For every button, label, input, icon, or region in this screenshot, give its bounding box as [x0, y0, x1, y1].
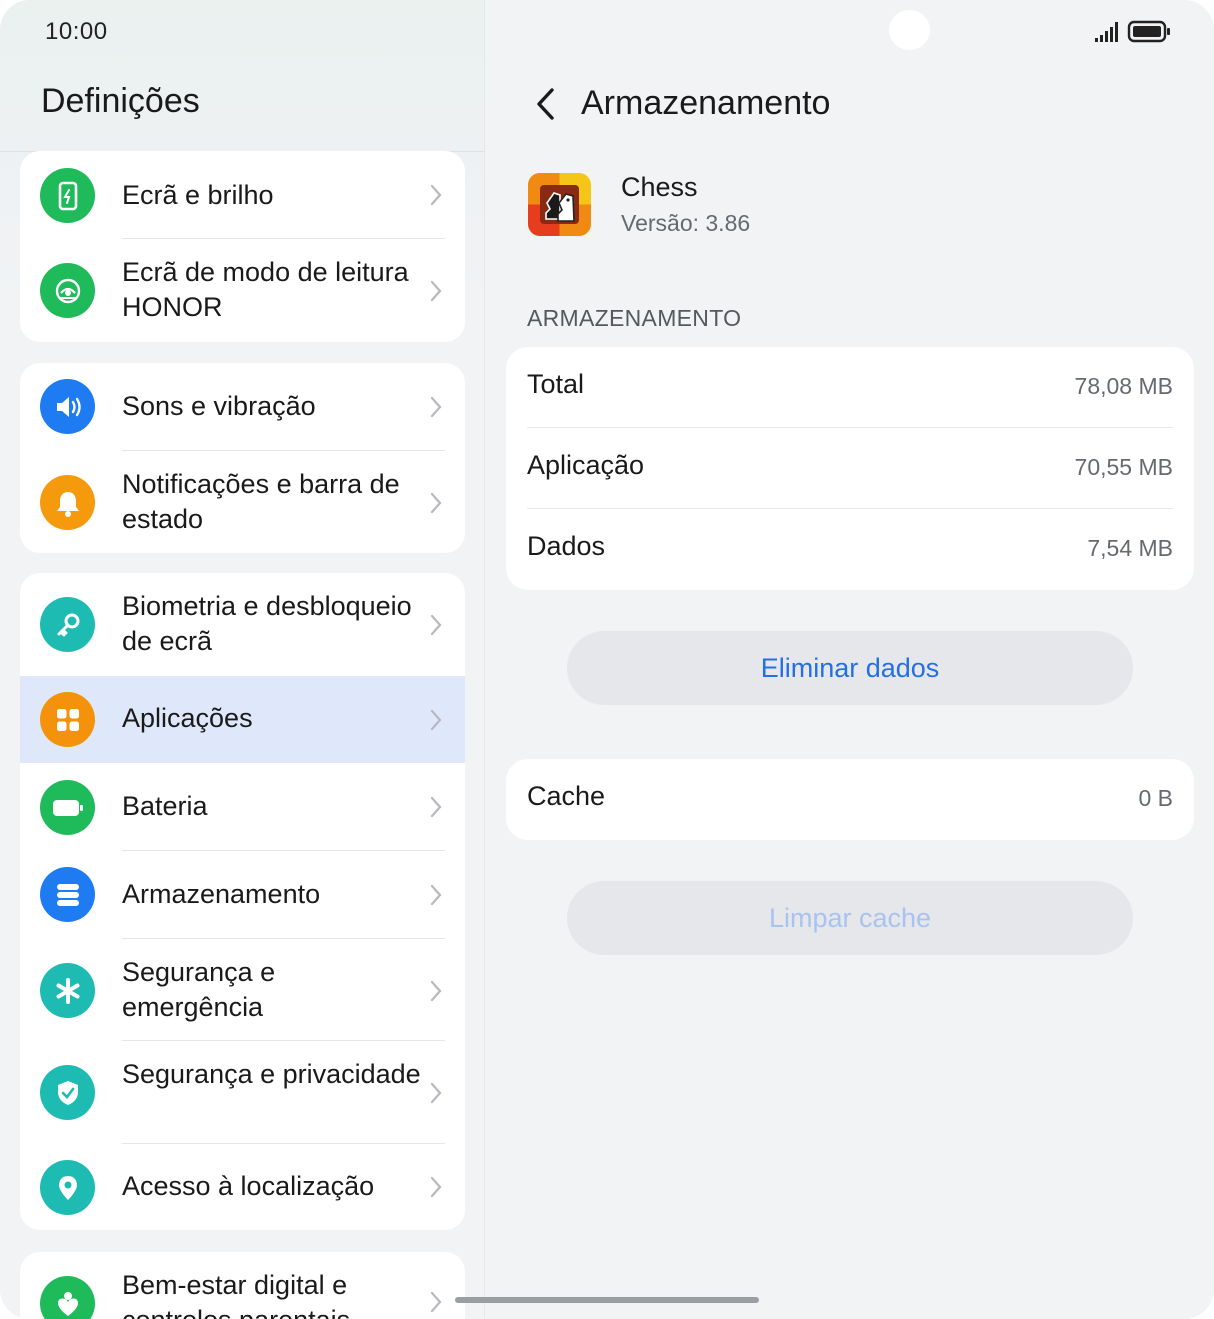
camera-cutout	[889, 10, 930, 50]
battery-setting-icon	[40, 780, 95, 835]
sidebar-item-label: Ecrã de modo de leitura HONOR	[122, 257, 409, 322]
sidebar-item-label: Sons e vibração	[122, 391, 316, 421]
cache-row: Cache 0 B	[506, 759, 1194, 840]
sidebar-item-label: Biometria e desbloqueio de ecrã	[122, 591, 412, 656]
chevron-right-icon	[430, 280, 442, 302]
storage-row-data: Dados 7,54 MB	[506, 509, 1194, 590]
storage-card: Total 78,08 MB Aplicação 70,55 MB Dados …	[506, 347, 1194, 590]
settings-item-privacy[interactable]: Segurança e privacidade	[20, 1041, 465, 1144]
settings-card-system: Biometria e desbloqueio de ecrã Aplicaçõ…	[20, 573, 465, 1230]
cache-label: Cache	[527, 781, 606, 811]
settings-item-display[interactable]: Ecrã e brilho	[20, 151, 465, 239]
chevron-right-icon	[430, 884, 442, 906]
asterisk-icon	[40, 963, 95, 1018]
chevron-right-icon	[430, 614, 442, 636]
chevron-right-icon	[430, 709, 442, 731]
settings-item-notifications[interactable]: Notificações e barra de estado	[20, 451, 465, 553]
signal-icon	[1095, 22, 1118, 42]
sidebar-item-label: Aplicações	[122, 703, 253, 733]
settings-item-apps[interactable]: Aplicações	[20, 676, 465, 763]
page-title: Armazenamento	[581, 84, 831, 122]
settings-item-battery[interactable]: Bateria	[20, 763, 465, 851]
speaker-icon	[40, 379, 95, 434]
settings-item-sound[interactable]: Sons e vibração	[20, 363, 465, 451]
sidebar-item-label: Segurança e privacidade	[122, 1059, 421, 1089]
chevron-right-icon	[430, 1176, 442, 1198]
storage-value: 78,08 MB	[1074, 373, 1173, 399]
status-icons	[1095, 20, 1170, 43]
settings-card-wellbeing: Bem-estar digital e controlos parentais	[20, 1252, 465, 1319]
app-version: Versão: 3.86	[621, 210, 751, 236]
cache-card: Cache 0 B	[506, 759, 1194, 840]
storage-value: 70,55 MB	[1074, 454, 1173, 480]
display-brightness-icon	[40, 168, 95, 223]
device-screen: 10:00 Definições Ecrã e brilho Ecrã de m…	[0, 0, 1214, 1319]
sidebar-item-label: Segurança e emergência	[122, 957, 276, 1022]
clear-data-button[interactable]: Eliminar dados	[567, 631, 1133, 705]
settings-item-location[interactable]: Acesso à localização	[20, 1144, 465, 1230]
settings-item-emergency[interactable]: Segurança e emergência	[20, 939, 465, 1041]
chevron-right-icon	[430, 796, 442, 818]
key-icon	[40, 597, 95, 652]
cache-value: 0 B	[1138, 785, 1173, 811]
settings-item-reading-mode[interactable]: Ecrã de modo de leitura HONOR	[20, 239, 465, 342]
storage-row-app: Aplicação 70,55 MB	[506, 428, 1194, 509]
shield-check-icon	[40, 1065, 95, 1120]
settings-list[interactable]: Ecrã e brilho Ecrã de modo de leitura HO…	[0, 151, 485, 1319]
location-pin-icon	[40, 1160, 95, 1215]
chevron-right-icon	[430, 980, 442, 1002]
sidebar-item-label: Armazenamento	[122, 879, 321, 909]
home-indicator[interactable]	[455, 1297, 759, 1303]
storage-value: 7,54 MB	[1087, 535, 1173, 561]
settings-card-sound: Sons e vibração Notificações e barra de …	[20, 363, 465, 553]
chevron-right-icon	[430, 1082, 442, 1104]
chevron-right-icon	[430, 184, 442, 206]
apps-grid-icon	[40, 692, 95, 747]
bell-icon	[40, 475, 95, 530]
storage-row-total: Total 78,08 MB	[506, 347, 1194, 428]
sidebar-item-label: Bem-estar digital e controlos parentais	[122, 1270, 350, 1319]
settings-item-storage[interactable]: Armazenamento	[20, 851, 465, 939]
settings-card-display: Ecrã e brilho Ecrã de modo de leitura HO…	[20, 151, 465, 342]
chess-app-icon	[528, 173, 591, 236]
settings-item-wellbeing[interactable]: Bem-estar digital e controlos parentais	[20, 1252, 465, 1319]
sidebar-item-label: Notificações e barra de estado	[122, 469, 400, 534]
storage-label: Dados	[527, 531, 606, 561]
sidebar-item-label: Bateria	[122, 791, 208, 821]
chevron-right-icon	[430, 492, 442, 514]
back-arrow-icon[interactable]	[534, 86, 558, 122]
settings-pane: 10:00 Definições Ecrã e brilho Ecrã de m…	[0, 0, 485, 1319]
status-time: 10:00	[45, 18, 108, 45]
battery-icon	[1127, 20, 1170, 43]
sidebar-item-label: Ecrã e brilho	[122, 180, 274, 210]
storage-label: Aplicação	[527, 450, 645, 480]
storage-icon	[40, 867, 95, 922]
chevron-right-icon	[430, 396, 442, 418]
sidebar-item-label: Acesso à localização	[122, 1171, 375, 1201]
settings-item-biometrics[interactable]: Biometria e desbloqueio de ecrã	[20, 573, 465, 676]
storage-label: Total	[527, 369, 585, 399]
heart-person-icon	[40, 1276, 95, 1319]
settings-title: Definições	[41, 82, 200, 120]
eye-comfort-icon	[40, 263, 95, 318]
app-name: Chess	[621, 172, 698, 202]
section-header: ARMAZENAMENTO	[527, 305, 742, 331]
clear-cache-button[interactable]: Limpar cache	[567, 881, 1133, 955]
chevron-right-icon	[430, 1291, 442, 1313]
